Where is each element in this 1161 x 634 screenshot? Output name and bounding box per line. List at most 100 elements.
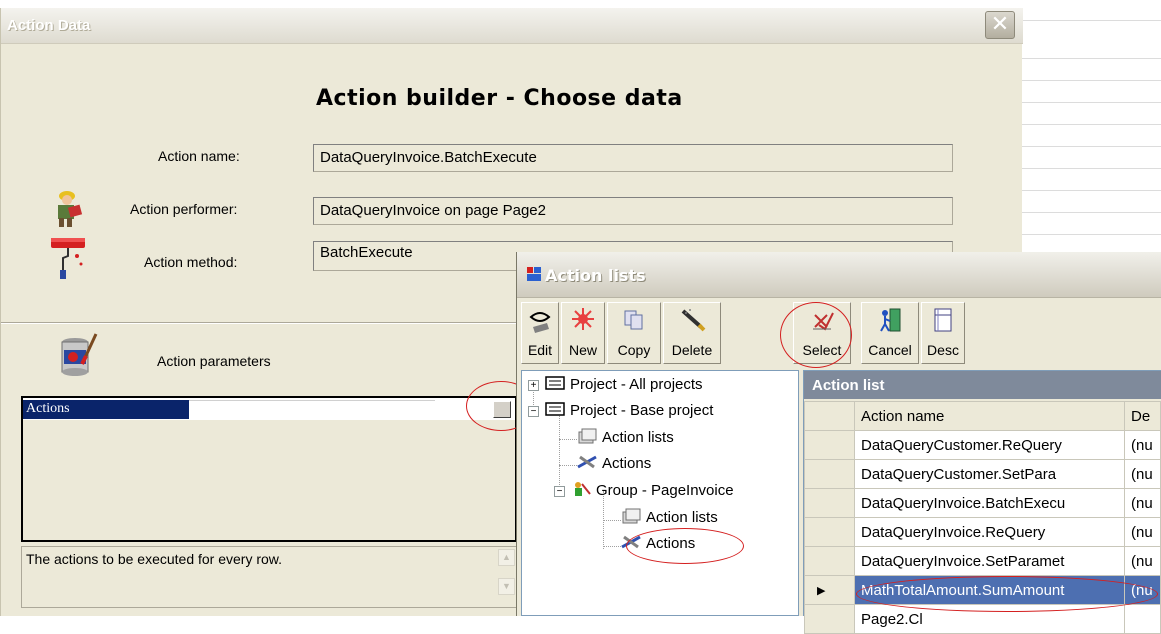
cancel-icon <box>880 308 901 332</box>
desc-label: Desc <box>927 342 959 358</box>
table-header-row: Action name De <box>804 401 1161 431</box>
parameter-value-cell[interactable] <box>189 400 435 419</box>
parameters-icon <box>58 330 98 380</box>
new-button[interactable]: New <box>561 302 605 364</box>
tree-guide <box>559 439 577 440</box>
row-indicator-header <box>804 401 855 431</box>
tree-guide <box>603 546 621 547</box>
row-indicator[interactable] <box>804 546 855 576</box>
page-heading: Action builder - Choose data <box>316 86 683 111</box>
group-icon <box>575 482 591 496</box>
current-row-indicator-icon[interactable]: ▶ <box>804 575 855 605</box>
window-title: Action Data <box>7 17 91 34</box>
column-header-action-name[interactable]: Action name <box>854 401 1125 431</box>
table-row[interactable]: DataQueryInvoice.SetParamet (nu <box>804 546 1161 576</box>
row-indicator[interactable] <box>804 604 855 634</box>
action-name-cell[interactable]: DataQueryInvoice.ReQuery <box>854 517 1125 547</box>
action-method-label: Action method: <box>144 254 238 270</box>
description-scrollbar[interactable]: ▲ ▼ <box>498 549 515 607</box>
description-cell[interactable] <box>1124 604 1161 634</box>
table-row[interactable]: DataQueryInvoice.BatchExecu (nu <box>804 488 1161 518</box>
title-bar[interactable]: Action Data ✕ <box>1 8 1023 44</box>
copy-label: Copy <box>617 342 651 358</box>
collapse-icon[interactable]: − <box>554 486 565 497</box>
delete-icon <box>681 309 706 332</box>
description-text: The actions to be executed for every row… <box>26 551 283 567</box>
column-header-de[interactable]: De <box>1124 401 1161 431</box>
project-icon <box>545 376 565 390</box>
new-icon <box>572 308 594 330</box>
edit-label: Edit <box>527 342 553 358</box>
parameter-name-cell[interactable]: Actions <box>23 400 189 419</box>
edit-button[interactable]: Edit <box>521 302 559 364</box>
description-cell[interactable]: (nu <box>1124 488 1161 518</box>
tree-item-group-pageinvoice[interactable]: Group - PageInvoice <box>570 480 734 499</box>
tree-label: Action lists <box>646 509 718 526</box>
action-name-cell[interactable]: DataQueryInvoice.SetParamet <box>854 546 1125 576</box>
expand-icon[interactable]: + <box>528 380 539 391</box>
tree-item-base-project[interactable]: Project - Base project <box>544 400 713 419</box>
parameters-row[interactable]: Actions <box>23 398 515 420</box>
cancel-label: Cancel <box>868 342 912 358</box>
action-list-header: Action list <box>804 371 1161 399</box>
action-performer-field[interactable]: DataQueryInvoice on page Page2 <box>313 197 953 225</box>
tree-label: Action lists <box>602 429 674 446</box>
annotation-ellipse-selected-row <box>856 576 1158 612</box>
tree-item-action-lists[interactable]: Action lists <box>576 427 674 446</box>
parameters-grid[interactable]: Actions <box>21 396 517 542</box>
action-name-cell[interactable]: DataQueryInvoice.BatchExecu <box>854 488 1125 518</box>
annotation-ellipse-actions <box>626 528 744 564</box>
table-row[interactable]: DataQueryInvoice.ReQuery (nu <box>804 517 1161 547</box>
collapse-icon[interactable]: − <box>528 406 539 417</box>
tree-guide <box>559 465 577 466</box>
row-indicator[interactable] <box>804 488 855 518</box>
title-bar[interactable]: Action lists <box>517 252 1161 298</box>
parameter-description: The actions to be executed for every row… <box>21 546 517 608</box>
action-parameters-label: Action parameters <box>157 353 271 369</box>
tree-label: Actions <box>602 455 652 472</box>
tree-item-all-projects[interactable]: Project - All projects <box>544 374 703 393</box>
row-indicator[interactable] <box>804 517 855 547</box>
copy-button[interactable]: Copy <box>607 302 661 364</box>
action-name-field[interactable]: DataQueryInvoice.BatchExecute <box>313 144 953 172</box>
window-app-icon <box>527 267 541 281</box>
cancel-button[interactable]: Cancel <box>861 302 919 364</box>
project-tree[interactable]: + Project - All projects − Project - Bas… <box>521 370 799 616</box>
edit-icon <box>529 312 551 333</box>
close-button[interactable]: ✕ <box>985 11 1015 39</box>
action-name-cell[interactable]: DataQueryCustomer.SetPara <box>854 459 1125 489</box>
tree-guide <box>603 520 621 521</box>
window-title: Action lists <box>545 266 646 285</box>
delete-button[interactable]: Delete <box>663 302 721 364</box>
delete-label: Delete <box>671 342 713 358</box>
description-cell[interactable]: (nu <box>1124 459 1161 489</box>
description-cell[interactable]: (nu <box>1124 517 1161 547</box>
desc-button[interactable]: Desc <box>921 302 965 364</box>
table-row[interactable]: DataQueryCustomer.SetPara (nu <box>804 459 1161 489</box>
project-icon <box>545 402 565 416</box>
new-label: New <box>568 342 597 358</box>
description-cell[interactable]: (nu <box>1124 546 1161 576</box>
desc-icon <box>934 308 952 332</box>
table-row[interactable]: DataQueryCustomer.ReQuery (nu <box>804 430 1161 460</box>
scroll-up-icon[interactable]: ▲ <box>498 549 515 566</box>
tree-guide <box>559 411 560 493</box>
tree-label: Project - All projects <box>570 376 703 393</box>
tree-item-group-action-lists[interactable]: Action lists <box>620 507 718 526</box>
action-lists-window: Action lists Edit New Copy Delete Select… <box>516 252 1161 634</box>
background-lines <box>1022 0 1161 260</box>
tree-label: Project - Base project <box>570 402 714 419</box>
action-name-cell[interactable]: DataQueryCustomer.ReQuery <box>854 430 1125 460</box>
tree-item-actions[interactable]: Actions <box>576 453 651 472</box>
actions-icon <box>577 455 597 469</box>
row-indicator[interactable] <box>804 459 855 489</box>
annotation-ellipse-select <box>780 302 852 368</box>
description-cell[interactable]: (nu <box>1124 430 1161 460</box>
row-indicator[interactable] <box>804 430 855 460</box>
performer-icon <box>49 188 89 228</box>
action-performer-label: Action performer: <box>130 201 238 217</box>
scroll-down-icon[interactable]: ▼ <box>498 578 515 595</box>
copy-icon <box>624 310 643 330</box>
tree-label: Group - PageInvoice <box>596 482 734 499</box>
action-lists-icon <box>578 428 597 444</box>
